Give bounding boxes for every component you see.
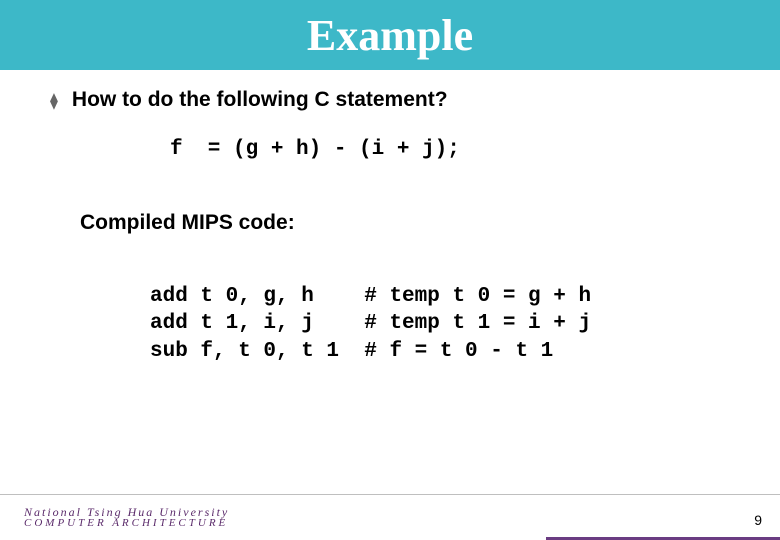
footer: National Tsing Hua University COMPUTER A… xyxy=(0,494,780,540)
bullet-row: ⧫ How to do the following C statement? xyxy=(50,88,730,116)
mips-code-block: add t 0, g, h # temp t 0 = g + h add t 1… xyxy=(150,283,730,365)
brand-line-2: COMPUTER ARCHITECTURE xyxy=(24,518,229,529)
slide-title: Example xyxy=(307,10,473,61)
title-bar: Example xyxy=(0,0,780,70)
slide-content: ⧫ How to do the following C statement? f… xyxy=(0,70,780,365)
page-number: 9 xyxy=(754,512,762,528)
subhead: Compiled MIPS code: xyxy=(80,211,730,235)
footer-brand: National Tsing Hua University COMPUTER A… xyxy=(24,506,229,529)
question-text: How to do the following C statement? xyxy=(72,88,448,112)
bullet-icon: ⧫ xyxy=(50,88,58,116)
c-code: f = (g + h) - (i + j); xyxy=(170,138,730,161)
